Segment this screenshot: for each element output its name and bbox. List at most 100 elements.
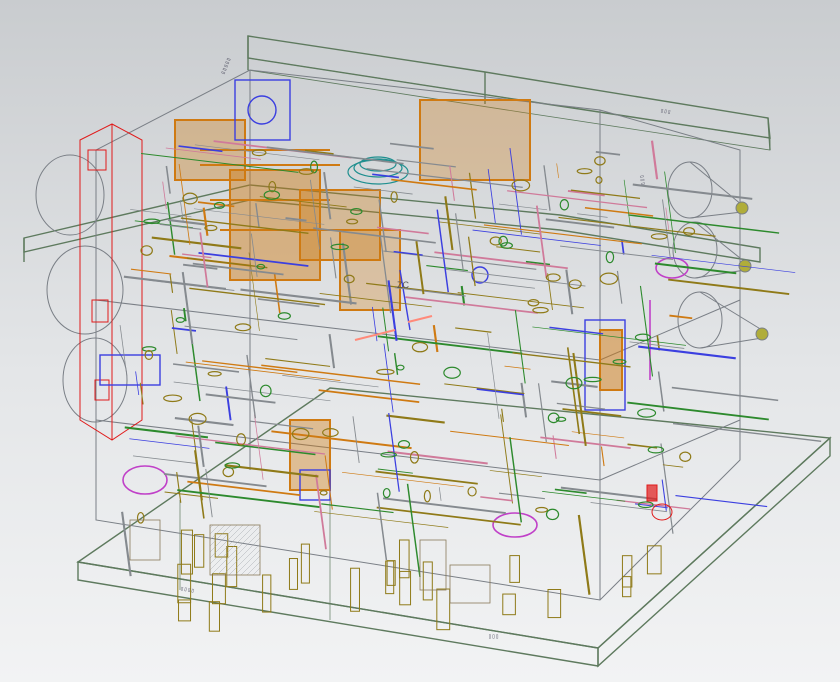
pipe-segment: [650, 140, 659, 180]
pipe-segment: [560, 245, 674, 261]
fitting-ring: [679, 451, 692, 462]
pipe-segment: [480, 496, 513, 502]
fitting-ring: [683, 227, 696, 236]
fitting-ring: [319, 490, 328, 496]
ejector-pin: [509, 555, 520, 583]
pipe-segment: [556, 163, 559, 179]
pipe-segment: [570, 189, 641, 199]
svg-text:▯▯▯▯: ▯▯▯▯: [180, 585, 195, 594]
ejector-pin: [300, 543, 310, 584]
fitting-ring: [140, 245, 153, 256]
pipe-segment: [171, 327, 197, 332]
pipe-segment: [205, 393, 276, 404]
pipe-segment: [632, 183, 753, 200]
pipe-segment: [119, 325, 128, 376]
pipe-segment: [432, 325, 439, 353]
pipe-segment: [584, 207, 654, 217]
pipe-segment: [501, 408, 504, 422]
pipe-segment: [135, 371, 140, 396]
pipe-segment: [514, 310, 526, 384]
fitting-ring: [382, 487, 391, 499]
pipe-segment: [225, 386, 232, 421]
pipe-segment: [386, 414, 445, 424]
pipe-segment: [577, 514, 591, 595]
mold-assembly-wireframe[interactable]: ▯▯▯▯▯ ▯▯▯ ▯▯▯ ▯▯▯▯ ▯▯▯ ZC: [0, 0, 840, 682]
fitting-ring: [532, 306, 549, 314]
ejector-pin: [194, 534, 205, 568]
pipe-segment: [565, 269, 574, 315]
pipe-segment: [387, 450, 488, 465]
pipe-segment: [123, 275, 227, 291]
pipe-segment: [377, 335, 523, 355]
svg-text:▯▯▯: ▯▯▯: [638, 174, 647, 186]
pipe-segment: [651, 255, 796, 273]
fitting-ring: [207, 371, 222, 377]
fitting-ring: [390, 191, 398, 203]
ejector-pin: [208, 601, 220, 632]
pipe-segment: [246, 354, 257, 419]
pipe-segment: [382, 307, 390, 352]
fitting-ring: [527, 298, 540, 307]
pipe-segment: [132, 455, 197, 464]
pipe-segment: [383, 343, 394, 413]
pipe-segment: [549, 326, 604, 335]
fitting-ring: [545, 508, 560, 521]
pipe-segment: [590, 502, 668, 513]
ejector-pin: [288, 558, 298, 590]
pipe-segment: [595, 150, 621, 156]
pipe-segment: [577, 213, 608, 218]
pipe-segment: [654, 262, 737, 275]
left-cooling-ports: [35, 154, 128, 423]
fitting-ring: [467, 486, 477, 497]
pipe-segment: [499, 203, 548, 211]
pipe-segment: [473, 280, 535, 289]
ejector-pin: [350, 567, 360, 612]
pipe-segment: [124, 426, 209, 439]
pipe-segment: [500, 414, 514, 504]
svg-text:▯▯▯▯▯: ▯▯▯▯▯: [219, 56, 232, 75]
pipe-segment: [434, 251, 568, 270]
cad-viewport[interactable]: ▯▯▯▯▯ ▯▯▯ ▯▯▯ ▯▯▯▯ ▯▯▯ ZC: [0, 0, 840, 682]
fitting-ring: [599, 272, 619, 285]
fitting-ring: [637, 408, 657, 418]
fitting-ring: [376, 368, 395, 375]
fitting-ring: [576, 168, 593, 175]
pipe-segment: [165, 165, 171, 194]
pipe-segment: [543, 165, 551, 211]
pipe-segment: [671, 386, 779, 402]
fitting-ring: [595, 176, 603, 184]
fitting-ring: [443, 366, 461, 379]
fitting-ring: [163, 394, 183, 403]
pipe-segment: [383, 250, 537, 270]
fitting-ring: [634, 333, 652, 342]
pipe-segment: [266, 146, 404, 165]
pipe-segment: [376, 492, 388, 561]
pipe-segment: [177, 489, 320, 509]
pipe-segment: [130, 268, 172, 275]
pipe-segment: [600, 446, 605, 467]
svg-text:▯▯▯: ▯▯▯: [660, 107, 672, 116]
fitting-ring: [259, 384, 272, 398]
pipe-segment: [151, 236, 242, 250]
ejector-pin: [398, 539, 410, 579]
pipe-segment: [455, 213, 464, 272]
pipe-segment: [121, 511, 132, 577]
fitting-ring: [605, 250, 615, 264]
fitting-ring: [498, 235, 509, 247]
pipe-segment: [560, 486, 658, 501]
pipe-segment: [328, 334, 336, 369]
pipe-segment: [352, 416, 360, 463]
fitting-ring: [175, 317, 185, 323]
pipe-segment: [172, 363, 240, 373]
pipe-segment: [509, 437, 523, 523]
fitting-ring: [396, 364, 405, 371]
pipe-segment: [438, 487, 442, 501]
fitting-ring: [234, 323, 252, 332]
pipe-segment: [520, 382, 528, 418]
pipe-segment: [498, 492, 545, 500]
pipe-segment: [415, 241, 425, 295]
pipe-segment: [129, 438, 210, 449]
pipe-segment: [455, 327, 492, 333]
pipe-segment: [444, 383, 525, 394]
pipe-segment: [487, 332, 500, 419]
